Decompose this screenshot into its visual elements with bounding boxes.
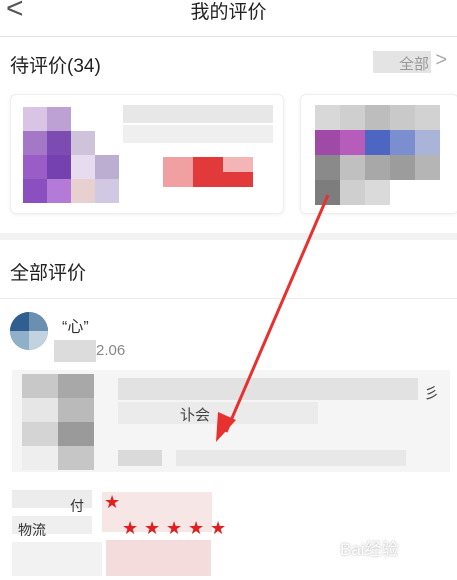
annotation-arrow — [216, 194, 330, 442]
watermark: Bai经验 — [340, 540, 399, 559]
